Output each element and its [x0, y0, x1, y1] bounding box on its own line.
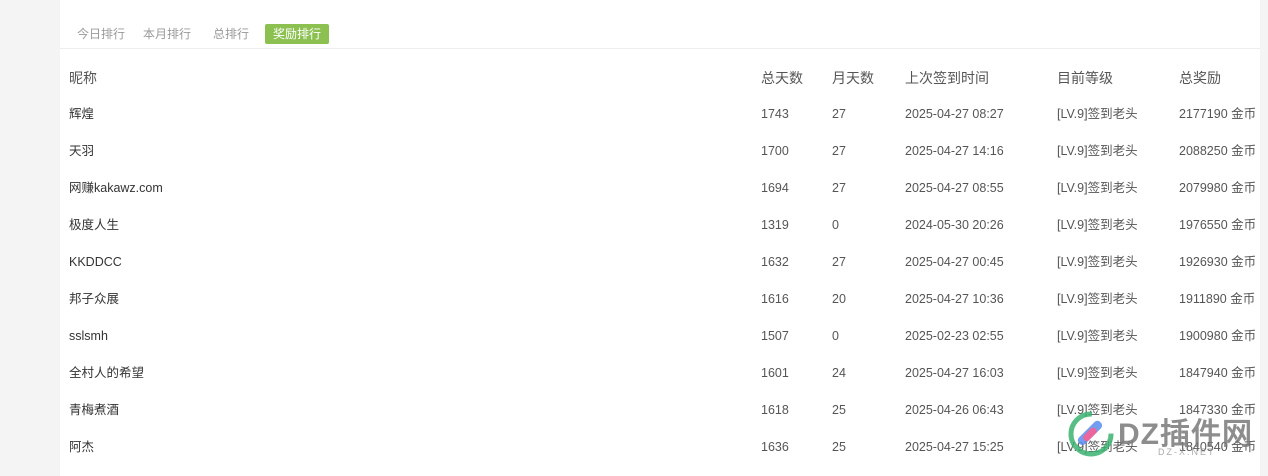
month-days: 27 [832, 255, 846, 269]
total-days: 1601 [761, 366, 789, 380]
nickname-link[interactable]: 邦子众展 [69, 291, 119, 307]
total-days: 1616 [761, 292, 789, 306]
last-sign-time: 2025-04-27 16:03 [905, 366, 1004, 380]
watermark-subtext: DZ-X.NET [1158, 447, 1216, 457]
tab-today-ranking[interactable]: 今日排行 [69, 24, 133, 44]
header-nickname: 昵称 [69, 70, 97, 86]
site-watermark: DZ插件网 DZ-X.NET [1066, 403, 1266, 469]
tab-month-ranking[interactable]: 本月排行 [135, 24, 199, 44]
current-level: [LV.9]签到老头 [1057, 181, 1138, 195]
total-reward: 2177190 金币 [1179, 107, 1257, 121]
table-row: 辉煌 1743 27 2025-04-27 08:27 [LV.9]签到老头 2… [60, 98, 1260, 135]
table-row: 网赚kakawz.com 1694 27 2025-04-27 08:55 [L… [60, 172, 1260, 209]
header-month-days: 月天数 [832, 70, 874, 86]
month-days: 27 [832, 107, 846, 121]
nickname-link[interactable]: 青梅煮酒 [69, 402, 119, 418]
last-sign-time: 2025-04-27 15:25 [905, 440, 1004, 454]
last-sign-time: 2025-04-27 14:16 [905, 144, 1004, 158]
total-reward: 2079980 金币 [1179, 181, 1257, 195]
tab-total-ranking[interactable]: 总排行 [205, 24, 257, 44]
last-sign-time: 2025-04-27 10:36 [905, 292, 1004, 306]
nickname-link[interactable]: 天羽 [69, 143, 94, 159]
total-days: 1636 [761, 440, 789, 454]
last-sign-time: 2025-02-23 02:55 [905, 329, 1004, 343]
last-sign-time: 2024-05-30 20:26 [905, 218, 1004, 232]
nickname-link[interactable]: 全村人的希望 [69, 365, 144, 381]
current-level: [LV.9]签到老头 [1057, 366, 1138, 380]
header-total-reward: 总奖励 [1179, 70, 1221, 86]
current-level: [LV.9]签到老头 [1057, 218, 1138, 232]
ranking-tabs: 今日排行 本月排行 总排行 奖励排行 [60, 22, 1260, 49]
header-current-level: 目前等级 [1057, 70, 1113, 86]
total-days: 1632 [761, 255, 789, 269]
month-days: 0 [832, 329, 839, 343]
total-reward: 1926930 金币 [1179, 255, 1257, 269]
current-level: [LV.9]签到老头 [1057, 255, 1138, 269]
month-days: 24 [832, 366, 846, 380]
month-days: 25 [832, 440, 846, 454]
month-days: 20 [832, 292, 846, 306]
month-days: 27 [832, 181, 846, 195]
table-row: 全村人的希望 1601 24 2025-04-27 16:03 [LV.9]签到… [60, 357, 1260, 394]
last-sign-time: 2025-04-26 06:43 [905, 403, 1004, 417]
total-reward: 2088250 金币 [1179, 144, 1257, 158]
last-sign-time: 2025-04-27 08:55 [905, 181, 1004, 195]
nickname-link[interactable]: 网赚kakawz.com [69, 180, 163, 196]
nickname-link[interactable]: 阿杰 [69, 439, 94, 455]
total-reward: 1911890 金币 [1179, 292, 1256, 306]
current-level: [LV.9]签到老头 [1057, 292, 1138, 306]
table-row: 天羽 1700 27 2025-04-27 14:16 [LV.9]签到老头 2… [60, 135, 1260, 172]
total-days: 1743 [761, 107, 789, 121]
table-row: sslsmh 1507 0 2025-02-23 02:55 [LV.9]签到老… [60, 320, 1260, 357]
current-level: [LV.9]签到老头 [1057, 144, 1138, 158]
header-last-sign-time: 上次签到时间 [905, 70, 989, 86]
table-row: KKDDCC 1632 27 2025-04-27 00:45 [LV.9]签到… [60, 246, 1260, 283]
nickname-link[interactable]: sslsmh [69, 328, 108, 344]
month-days: 25 [832, 403, 846, 417]
nickname-link[interactable]: KKDDCC [69, 254, 122, 270]
dz-logo-icon [1068, 411, 1114, 457]
nickname-link[interactable]: 辉煌 [69, 106, 94, 122]
table-row: 极度人生 1319 0 2024-05-30 20:26 [LV.9]签到老头 … [60, 209, 1260, 246]
current-level: [LV.9]签到老头 [1057, 329, 1138, 343]
total-days: 1507 [761, 329, 789, 343]
total-reward: 1847940 金币 [1179, 366, 1257, 380]
total-days: 1694 [761, 181, 789, 195]
current-level: [LV.9]签到老头 [1057, 107, 1138, 121]
header-total-days: 总天数 [761, 70, 803, 86]
total-reward: 1900980 金币 [1179, 329, 1257, 343]
total-days: 1700 [761, 144, 789, 158]
nickname-link[interactable]: 极度人生 [69, 217, 119, 233]
total-reward: 1976550 金币 [1179, 218, 1257, 232]
tab-reward-ranking[interactable]: 奖励排行 [265, 24, 330, 44]
total-days: 1319 [761, 218, 789, 232]
last-sign-time: 2025-04-27 00:45 [905, 255, 1004, 269]
total-days: 1618 [761, 403, 789, 417]
month-days: 0 [832, 218, 839, 232]
last-sign-time: 2025-04-27 08:27 [905, 107, 1004, 121]
month-days: 27 [832, 144, 846, 158]
table-row: 邦子众展 1616 20 2025-04-27 10:36 [LV.9]签到老头… [60, 283, 1260, 320]
